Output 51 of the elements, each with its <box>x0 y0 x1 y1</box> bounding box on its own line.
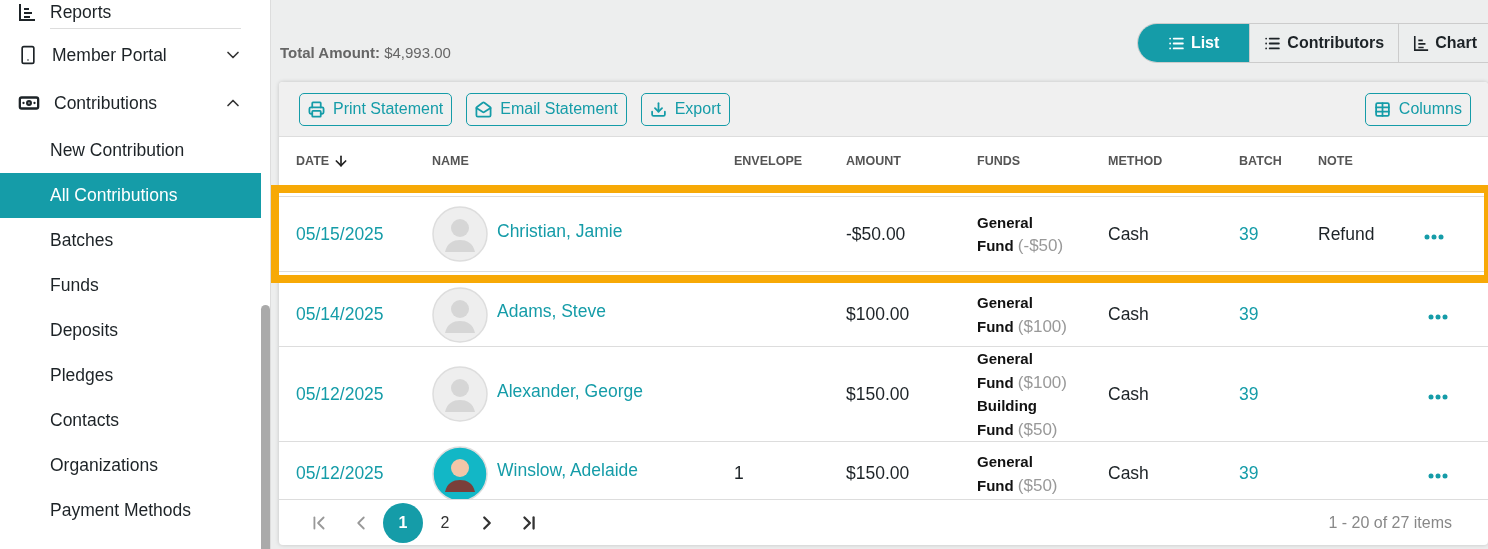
column-header[interactable]: AMOUNT <box>846 154 977 168</box>
more-icon[interactable] <box>1428 314 1448 320</box>
sidebar-item[interactable]: Pledges <box>0 353 261 398</box>
view-tab[interactable]: Chart <box>1399 24 1488 62</box>
more-icon[interactable] <box>1424 233 1444 240</box>
amount-cell: $150.00 <box>846 383 910 404</box>
fund-entry: General Fund ($50) <box>977 452 1059 497</box>
download-icon <box>649 100 667 118</box>
phone-icon <box>18 45 38 65</box>
sidebar-item[interactable]: Contacts <box>0 398 261 443</box>
column-header[interactable]: DATE <box>279 153 432 169</box>
sidebar-item[interactable]: New Contribution <box>0 128 261 173</box>
items-summary: 1 - 20 of 27 items <box>1328 513 1452 532</box>
note-cell: Refund <box>1318 223 1375 244</box>
more-icon[interactable] <box>1428 393 1448 400</box>
method-cell: Cash <box>1108 304 1149 324</box>
sidebar-item[interactable]: Deposits <box>0 308 261 353</box>
total-amount: Total Amount: $4,993.00 <box>280 44 451 61</box>
amount-cell: -$50.00 <box>846 223 906 244</box>
sidebar-section[interactable]: Member Portal <box>0 32 261 78</box>
sidebar-item[interactable]: Payment Methods <box>0 488 261 533</box>
method-cell: Cash <box>1108 463 1149 483</box>
scrollbar-thumb[interactable] <box>261 305 270 549</box>
sidebar-item[interactable]: Funds <box>0 263 261 308</box>
sidebar-item[interactable]: Organizations <box>0 443 261 488</box>
sidebar-item[interactable]: Batches <box>0 218 261 263</box>
column-header[interactable]: NOTE <box>1318 154 1428 168</box>
envelope-icon <box>475 100 493 118</box>
column-header[interactable]: METHOD <box>1108 154 1239 168</box>
view-tab[interactable]: Contributors <box>1250 24 1400 62</box>
column-header[interactable]: NAME <box>432 154 734 168</box>
method-cell: Cash <box>1108 383 1149 404</box>
table-icon <box>1373 100 1391 118</box>
more-icon[interactable] <box>1428 473 1448 479</box>
fund-entry: Building Fund ($50) <box>977 396 1059 441</box>
amount-cell: $100.00 <box>846 304 910 324</box>
amount-cell: $150.00 <box>846 463 910 483</box>
fund-entry: General Fund ($100) <box>977 349 1068 394</box>
fund-entry: General Fund (-$50) <box>977 212 1065 257</box>
fund-entry: General Fund ($100) <box>977 293 1068 338</box>
sidebar-section[interactable]: Reports <box>0 0 261 24</box>
method-cell: Cash <box>1108 223 1149 244</box>
column-header[interactable]: FUNDS <box>977 154 1108 168</box>
printer-icon <box>308 100 325 118</box>
column-header[interactable]: BATCH <box>1239 154 1318 168</box>
page-button[interactable]: 2 <box>425 502 465 543</box>
envelope-cell: 1 <box>734 463 744 483</box>
report-icon <box>18 3 36 21</box>
column-header[interactable]: ENVELOPE <box>734 154 846 168</box>
sidebar-section[interactable]: Contributions <box>0 78 261 128</box>
chart-icon <box>1413 35 1430 51</box>
